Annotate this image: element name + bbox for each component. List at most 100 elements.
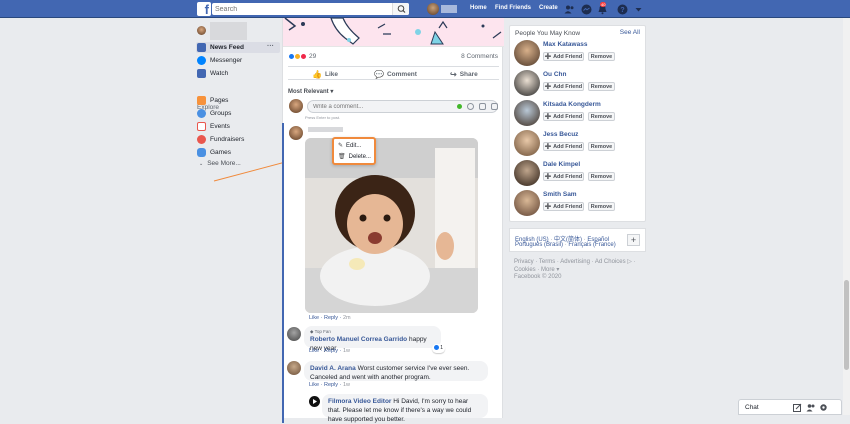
comment-reply-link[interactable]: Reply (324, 315, 338, 321)
camera-icon[interactable] (479, 103, 486, 110)
reply-bubble: Filmora Video Editor Hi David, I'm sorry… (322, 394, 488, 423)
page-scrollbar[interactable] (843, 18, 850, 415)
lang-portuguese[interactable]: Português (Brasil) (515, 242, 563, 248)
commenter-name[interactable]: David A. Arana (310, 365, 356, 372)
remove-suggestion-button[interactable]: Remove (588, 112, 615, 121)
comment-count[interactable]: 8 Comments (461, 53, 498, 60)
comment-meta: Like · Reply · 1w (309, 382, 350, 388)
share-icon: ↪ (450, 70, 457, 79)
comment-like-link[interactable]: Like (309, 382, 319, 388)
sort-comments-dropdown[interactable]: Most Relevant ▾ (288, 88, 333, 95)
person-avatar[interactable] (514, 190, 540, 216)
thumbs-up-icon: 👍 (312, 70, 322, 79)
sort-label: Most Relevant (288, 89, 329, 95)
edit-menu-item[interactable]: ✎ Edit... (338, 142, 361, 150)
reaction-count: 29 (309, 53, 317, 60)
comment-label: Comment (386, 71, 417, 78)
person-name[interactable]: Max Katawass (543, 41, 587, 48)
copyright: Facebook © 2020 (514, 274, 562, 280)
filmora-logo-icon (313, 399, 317, 404)
comment-bubble: ◆ Top Fan Roberto Manuel Correa Garrido … (304, 326, 445, 353)
comment-reply-link[interactable]: Reply (324, 382, 338, 388)
scrollbar-thumb[interactable] (844, 280, 849, 370)
person-name[interactable]: Ou Chn (543, 71, 566, 78)
remove-suggestion-button[interactable]: Remove (588, 82, 615, 91)
compose-icon[interactable] (793, 403, 802, 412)
comment-video-thumbnail[interactable] (305, 138, 478, 313)
comment-like-link[interactable]: Like (309, 348, 319, 354)
chat-bar[interactable]: Chat (738, 399, 842, 415)
online-status-icon (457, 104, 462, 109)
person-avatar[interactable] (514, 160, 540, 186)
comment-options-menu: ✎ Edit... 🗑 Delete... (332, 137, 376, 165)
comment-like-link[interactable]: Like (309, 315, 319, 321)
commenter-avatar[interactable] (289, 126, 303, 140)
footer-links-2[interactable]: Cookies · More ▾ (514, 266, 559, 273)
child-video-frame (305, 138, 478, 313)
person-avatar[interactable] (514, 70, 540, 96)
gif-icon[interactable] (491, 103, 498, 110)
separator: · (564, 242, 567, 248)
commenter-name-blurred[interactable] (308, 127, 343, 132)
trash-icon: 🗑 (338, 154, 346, 160)
comment-bubble: David A. Arana Worst customer service I'… (304, 361, 488, 381)
post-banner-image (283, 18, 504, 47)
see-all-link[interactable]: See All (620, 29, 640, 36)
add-friend-button[interactable]: ➕ Add Friend (543, 172, 584, 181)
comment-composer[interactable] (307, 100, 498, 113)
comment-input[interactable] (308, 101, 448, 112)
comment-reply-link[interactable]: Reply (324, 348, 338, 354)
person-name[interactable]: Dale Kimpel (543, 161, 580, 168)
lang-french[interactable]: Français (France) (568, 242, 615, 248)
footer-links[interactable]: Privacy · Terms · Advertising · Ad Choic… (514, 258, 636, 265)
share-button[interactable]: ↪ Share (450, 70, 478, 79)
commenter-name[interactable]: Roberto Manuel Correa Garrido (310, 336, 407, 343)
comment-meta: Like · Reply · 2m (309, 315, 351, 321)
add-friend-button[interactable]: ➕ Add Friend (543, 52, 584, 61)
add-friend-button[interactable]: ➕ Add Friend (543, 82, 584, 91)
comment-meta: Like · Reply · 1w (309, 348, 350, 354)
person-avatar[interactable] (514, 100, 540, 126)
person-name[interactable]: Jess Becuz (543, 131, 578, 138)
add-friend-button[interactable]: ➕ Add Friend (543, 112, 584, 121)
panel-title: People You May Know (515, 30, 581, 37)
like-reaction-icon (433, 345, 439, 351)
comment-button[interactable]: 💬 Comment (374, 70, 417, 79)
person-name[interactable]: Kitsada Kongderm (543, 101, 601, 108)
gear-icon[interactable] (819, 403, 828, 412)
pencil-icon: ✎ (338, 143, 344, 149)
add-friend-button[interactable]: ➕ Add Friend (543, 142, 584, 151)
comment-time[interactable]: 2m (343, 315, 351, 321)
commenter-avatar[interactable] (287, 327, 301, 341)
new-group-icon[interactable] (806, 403, 816, 412)
reaction-summary[interactable]: 29 (288, 53, 316, 60)
add-language-button[interactable]: + (627, 234, 640, 246)
person-name[interactable]: Smith Sam (543, 191, 577, 198)
comment-reaction[interactable]: 1 (431, 344, 445, 353)
commenter-avatar[interactable] (287, 361, 301, 375)
like-label: Like (324, 71, 338, 78)
person-avatar[interactable] (514, 130, 540, 156)
share-label: Share (459, 71, 478, 78)
language-panel: English (US) · 中文(简体) · Español Portuguê… (509, 228, 646, 252)
remove-suggestion-button[interactable]: Remove (588, 142, 615, 151)
emoji-icon[interactable] (467, 103, 474, 110)
top-fan-badge: ◆ Top Fan (310, 329, 435, 335)
delete-menu-item[interactable]: 🗑 Delete... (338, 153, 371, 161)
highlight-bar (282, 123, 284, 423)
party-illustration (284, 18, 502, 45)
filmora-avatar[interactable] (309, 396, 320, 407)
comment-time[interactable]: 1w (343, 382, 350, 388)
remove-suggestion-button[interactable]: Remove (588, 202, 615, 211)
remove-suggestion-button[interactable]: Remove (588, 52, 615, 61)
current-user-avatar[interactable] (289, 99, 303, 113)
comment-time[interactable]: 1w (343, 348, 350, 354)
person-avatar[interactable] (514, 40, 540, 66)
like-button[interactable]: 👍 Like (312, 70, 338, 79)
post-actions: 👍 Like 💬 Comment ↪ Share (288, 66, 499, 80)
remove-suggestion-button[interactable]: Remove (588, 172, 615, 181)
commenter-name[interactable]: Filmora Video Editor (328, 398, 391, 405)
add-friend-button[interactable]: ➕ Add Friend (543, 202, 584, 211)
comment-icon: 💬 (374, 70, 384, 79)
love-reaction-icon (300, 53, 307, 60)
